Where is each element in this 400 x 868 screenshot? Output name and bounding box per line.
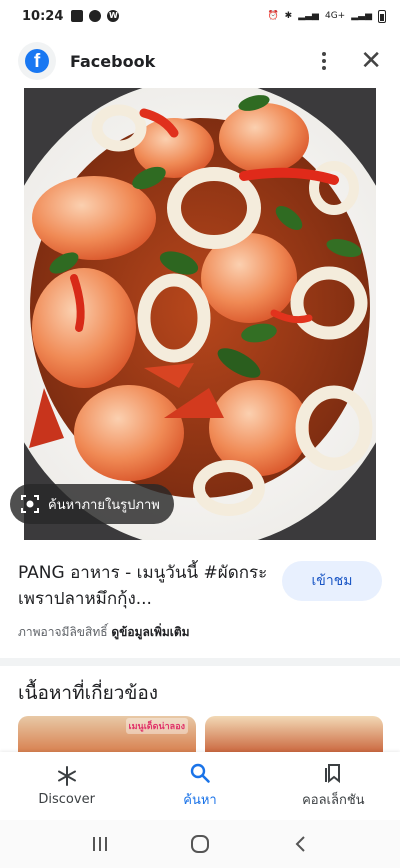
nav-discover[interactable]: Discover: [0, 752, 133, 820]
signal-icon-2: ▂▃▅: [351, 11, 372, 21]
line-notification-icon: [89, 10, 102, 22]
status-bar: 10:24 W ⏰ ✱ ▂▃▅ 4G+ ▂▃▅: [0, 0, 400, 32]
nav-label: ค้นหา: [183, 793, 217, 808]
system-navigation: [0, 820, 400, 868]
collections-icon: [322, 762, 344, 784]
nav-search[interactable]: ค้นหา: [133, 752, 266, 820]
result-title[interactable]: PANG อาหาร - เมนูวันนี้ #ผัดกระเพราปลาหม…: [18, 560, 270, 612]
recent-apps-icon[interactable]: [80, 829, 120, 859]
site-favicon: f: [18, 42, 56, 80]
more-options-icon[interactable]: [318, 48, 330, 74]
network-type: 4G+: [324, 11, 346, 21]
home-icon[interactable]: [180, 829, 220, 859]
related-heading: เนื้อหาที่เกี่ยวข้อง: [18, 682, 159, 704]
status-time: 10:24: [22, 8, 64, 24]
close-icon[interactable]: ✕: [360, 48, 382, 74]
facebook-logo-icon: f: [25, 49, 49, 73]
back-icon[interactable]: [280, 829, 320, 859]
search-inside-image-button[interactable]: ค้นหาภายในรูปภาพ: [10, 484, 174, 524]
related-thumbnail[interactable]: เมนูเด็ดน่าลอง: [18, 716, 196, 754]
search-inside-image-label: ค้นหาภายในรูปภาพ: [48, 497, 160, 513]
signal-icon: ▂▃▅: [298, 11, 319, 21]
asterisk-icon: [56, 765, 78, 787]
gallery-notification-icon: [71, 10, 84, 22]
bluetooth-icon: ✱: [284, 11, 293, 21]
copyright-text: ภาพอาจมีลิขสิทธิ์: [18, 625, 108, 639]
site-name: Facebook: [70, 51, 156, 71]
w-notification-icon: W: [107, 10, 120, 22]
section-divider: [0, 658, 400, 666]
copyright-notice: ภาพอาจมีลิขสิทธิ์ ดูข้อมูลเพิ่มเติม: [18, 623, 190, 642]
nav-collections[interactable]: คอลเล็กชัน: [267, 752, 400, 820]
more-info-link[interactable]: ดูข้อมูลเพิ่มเติม: [111, 625, 189, 639]
visit-button[interactable]: เข้าชม: [282, 561, 382, 601]
nav-label: คอลเล็กชัน: [302, 793, 365, 808]
header: f Facebook ✕: [0, 36, 400, 86]
lens-icon: [20, 494, 40, 514]
search-icon: [189, 762, 211, 784]
alarm-icon: ⏰: [267, 11, 279, 21]
related-thumbnail[interactable]: [205, 716, 383, 754]
nav-label: Discover: [38, 792, 95, 807]
battery-icon: [378, 9, 386, 23]
bottom-navigation: Discover ค้นหา คอลเล็กชัน: [0, 752, 400, 820]
result-image[interactable]: [24, 88, 376, 540]
thumbnail-badge: เมนูเด็ดน่าลอง: [125, 718, 188, 734]
